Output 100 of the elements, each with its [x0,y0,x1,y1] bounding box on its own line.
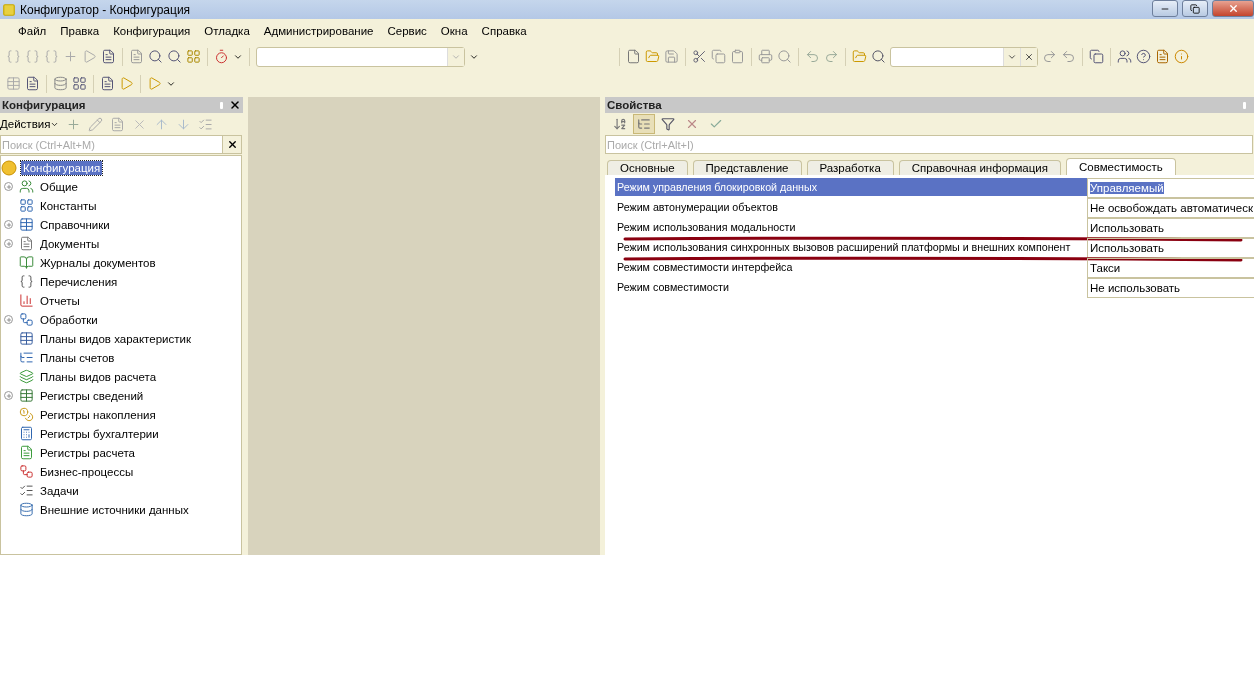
minimize-button[interactable] [1152,0,1178,17]
braces-icon [19,274,34,289]
folder-icon[interactable] [645,49,660,64]
timer-icon[interactable] [214,49,229,64]
tree-item[interactable]: Константы [38,198,99,213]
property-name[interactable]: Режим совместимости интерфейса [615,258,1087,276]
expand-icon[interactable] [4,239,13,248]
property-name[interactable]: Режим использования синхронных вызовов расширений платформы и внешних компонент [615,238,1087,256]
menu-item[interactable]: Файл [12,23,53,39]
help-icon[interactable] [1136,49,1151,64]
combo-field[interactable] [256,46,465,67]
scissors-icon[interactable] [692,49,707,64]
printer-icon[interactable] [758,49,773,64]
list-icon[interactable] [198,116,214,132]
menu-item[interactable]: Справка [475,23,533,39]
new-file-icon[interactable] [626,49,641,64]
close-button[interactable] [1212,0,1254,17]
menu-item[interactable]: Отладка [198,23,256,39]
flowchart-icon [19,464,34,479]
actions-button[interactable]: Действия [0,118,60,130]
tab[interactable]: Совместимость [1066,158,1176,175]
undo-icon[interactable] [805,49,820,64]
property-name[interactable]: Режим совместимости [615,278,1087,296]
tree-item[interactable]: Журналы документов [38,255,158,270]
tab[interactable]: Основные [607,160,688,175]
document-icon[interactable] [25,76,40,91]
panel-title: Конфигурация [2,99,87,111]
property-value-field[interactable]: Управляемый [1087,178,1254,198]
pin-icon[interactable] [220,101,223,109]
search-field[interactable] [890,46,1038,67]
tree-item[interactable]: Внешние источники данных [38,502,191,517]
expand-icon[interactable] [4,315,13,324]
expand-icon[interactable] [4,220,13,229]
property-value-field[interactable]: Такси [1087,258,1254,278]
tree-item[interactable]: Планы счетов [38,350,117,365]
tree-item[interactable]: Отчеты [38,293,82,308]
tree-item[interactable]: Регистры бухгалтерии [38,426,161,441]
add-icon[interactable] [66,116,82,132]
braces-icon[interactable] [44,49,59,64]
tree-item[interactable]: Задачи [38,483,81,498]
search-icon[interactable] [871,49,886,64]
tree-item[interactable]: Планы видов характеристик [38,331,193,346]
undo-icon[interactable] [1061,49,1076,64]
menu-item[interactable]: Сервис [381,23,433,39]
menu-item[interactable]: Правка [54,23,106,39]
expand-icon[interactable] [4,182,13,191]
redo-icon[interactable] [1042,49,1057,64]
property-value-field[interactable]: Не использовать [1087,278,1254,298]
tab[interactable]: Разработка [806,160,894,175]
tree-item[interactable]: Общие [38,179,80,194]
grid-icon[interactable] [186,49,201,64]
tree-item[interactable]: Перечисления [38,274,120,289]
tree-item[interactable]: Регистры накопления [38,407,158,422]
tree-item[interactable]: Документы [38,236,102,251]
save-icon[interactable] [664,49,679,64]
tree-item[interactable]: Справочники [38,217,112,232]
tree-button[interactable] [633,114,655,134]
close-icon[interactable] [229,99,241,111]
property-name[interactable]: Режим управления блокировкой данных [615,178,1087,196]
tree-item[interactable]: Регистры сведений [38,388,146,403]
expand-icon[interactable] [4,391,13,400]
property-value-field[interactable]: Использовать [1087,238,1254,258]
search-field[interactable]: Поиск (Ctrl+Alt+I) [605,135,1253,154]
property-value-field[interactable]: Не освобождать автоматическ [1087,198,1254,218]
tab[interactable]: Справочная информация [898,160,1061,175]
braces-icon[interactable] [6,49,21,64]
tree-item[interactable]: Бизнес-процессы [38,464,136,479]
menu-item[interactable]: Конфигурация [107,23,197,39]
tree-icon [637,117,651,131]
tab[interactable]: Представление [692,160,802,175]
tree-item[interactable]: Планы видов расчета [38,369,159,384]
menu-item[interactable]: Администрирование [257,23,380,39]
windows-icon[interactable] [1089,49,1104,64]
search-icon[interactable] [167,49,182,64]
property-value-field[interactable]: Использовать [1087,218,1254,238]
property-name[interactable]: Режим автонумерации объектов [615,198,1087,216]
tree-item[interactable]: Регистры расчета [38,445,137,460]
tree-item[interactable]: Конфигурация [21,160,103,175]
document-icon[interactable] [101,49,116,64]
property-name[interactable]: Режим использования модальности [615,218,1087,236]
document-icon[interactable] [100,76,115,91]
dropdown-button[interactable] [447,47,464,66]
document-icon[interactable] [1155,49,1170,64]
database-icon[interactable] [53,76,68,91]
menu-item[interactable]: Окна [434,23,474,39]
pencil-icon[interactable] [88,116,104,132]
search-field[interactable]: Поиск (Ctrl+Alt+M) [0,135,223,154]
clear-button[interactable] [1020,47,1037,66]
search-icon[interactable] [148,49,163,64]
restore-button[interactable] [1182,0,1208,17]
pin-icon[interactable] [1243,101,1246,109]
info-icon[interactable] [1174,49,1189,64]
tree-item[interactable]: Обработки [38,312,100,327]
braces-icon[interactable] [25,49,40,64]
grid-icon [19,331,34,346]
down-arrow-icon[interactable] [176,116,192,132]
redo-icon[interactable] [824,49,839,64]
clear-button[interactable] [223,135,242,154]
add-icon[interactable] [63,49,78,64]
clipboard-icon[interactable] [730,49,745,64]
